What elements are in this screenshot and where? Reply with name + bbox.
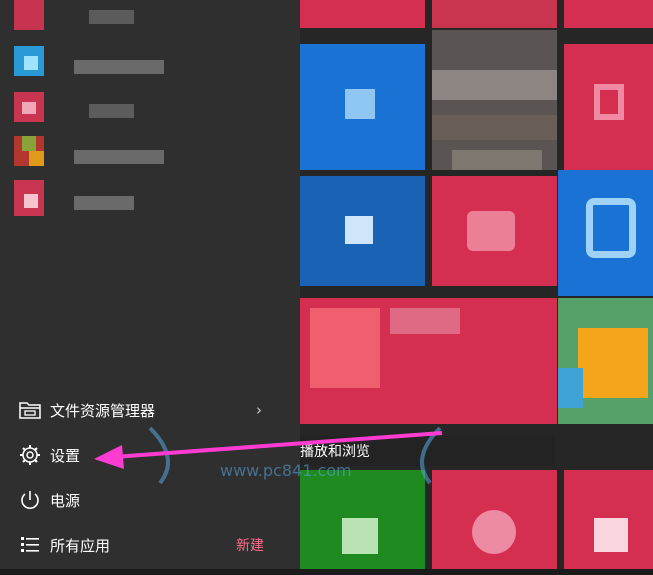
settings-label: 设置	[50, 446, 81, 465]
tile[interactable]	[558, 170, 653, 296]
live-tiles-pane	[300, 0, 653, 575]
app-label-redacted	[89, 10, 134, 24]
app-icon	[345, 89, 375, 119]
app-icon	[467, 211, 515, 251]
game-tile[interactable]	[558, 298, 653, 424]
app-list-item[interactable]	[14, 136, 214, 166]
tile[interactable]	[564, 0, 653, 28]
tile[interactable]	[300, 0, 425, 28]
taskbar-edge	[0, 569, 653, 575]
app-label-redacted	[89, 104, 134, 118]
tile[interactable]	[564, 44, 653, 170]
photo-tile[interactable]	[432, 30, 557, 170]
app-icon	[586, 198, 636, 258]
app-icon	[472, 510, 516, 554]
app-icon	[14, 180, 44, 216]
app-list-item[interactable]	[14, 46, 214, 76]
start-menu-left-pane: 文件资源管理器 › 设置 电源 所有应用 新建	[0, 0, 300, 575]
app-label-redacted	[74, 150, 164, 164]
app-icon	[14, 0, 44, 30]
app-label-redacted	[74, 60, 164, 74]
folder-icon	[18, 398, 42, 422]
list-icon	[18, 533, 42, 557]
all-apps-label: 所有应用	[50, 536, 111, 555]
annotation-arrow	[94, 431, 443, 469]
app-icon	[14, 136, 44, 166]
tile[interactable]	[432, 176, 557, 286]
tile[interactable]	[432, 0, 557, 28]
tile[interactable]	[300, 176, 425, 286]
app-icon	[594, 84, 624, 120]
app-list-item[interactable]	[14, 0, 214, 30]
app-icon	[594, 518, 628, 552]
app-icon	[310, 308, 380, 388]
new-badge: 新建	[236, 538, 264, 554]
app-list-item[interactable]	[14, 180, 214, 216]
power-label: 电源	[50, 491, 81, 510]
power-icon	[18, 488, 42, 512]
app-icon	[14, 92, 44, 122]
all-apps-item[interactable]: 所有应用 新建	[0, 523, 300, 567]
app-label-redacted	[74, 196, 134, 210]
tile[interactable]	[564, 470, 653, 575]
gear-icon	[18, 443, 42, 467]
app-list-item[interactable]	[14, 92, 214, 122]
app-icon	[342, 518, 378, 554]
chevron-right-icon[interactable]: ›	[256, 401, 262, 419]
tile[interactable]	[300, 44, 425, 170]
app-icon	[14, 46, 44, 76]
app-icon	[345, 216, 373, 244]
wide-tile[interactable]	[300, 298, 557, 424]
